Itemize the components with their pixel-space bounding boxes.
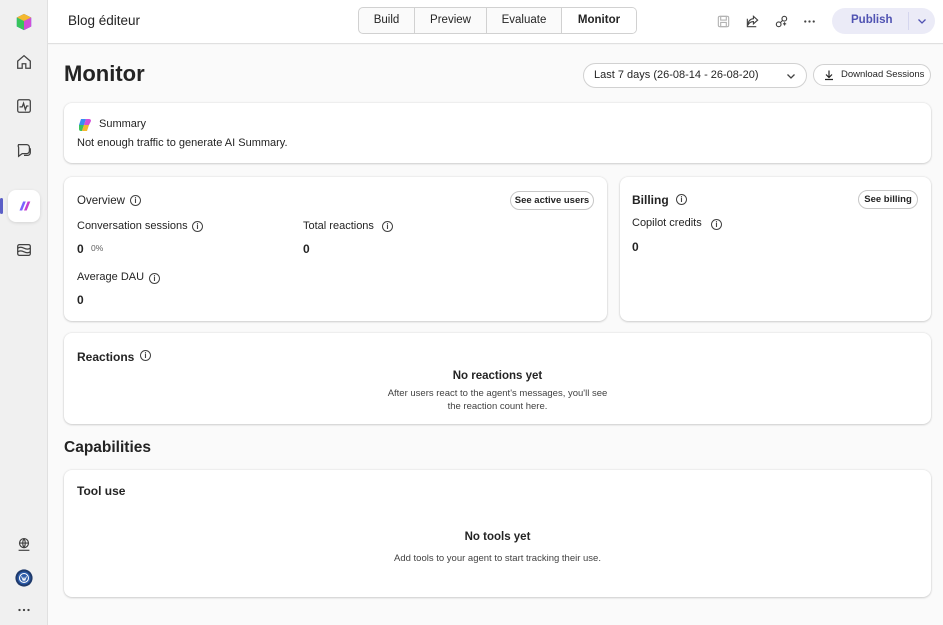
tab-bar: Build Preview Evaluate Monitor [358, 7, 637, 34]
reactions-title: Reactions [77, 350, 135, 364]
date-range-dropdown[interactable]: Last 7 days (26-08-14 - 26-08-20) [583, 63, 807, 88]
active-indicator [0, 198, 3, 214]
info-icon[interactable]: i [711, 219, 722, 230]
chevron-down-icon[interactable] [916, 15, 928, 27]
info-icon[interactable]: i [140, 350, 151, 361]
billing-card: Billing i See billing Copilot credits i … [620, 177, 931, 321]
reactions-card: Reactions i No reactions yet After users… [64, 333, 931, 424]
publish-label: Publish [851, 14, 893, 26]
copilot-credits-label: Copilot credits [632, 217, 702, 229]
tab-monitor[interactable]: Monitor [562, 8, 636, 33]
summary-text: Not enough traffic to generate AI Summar… [77, 137, 288, 149]
copilot-icon [79, 119, 91, 131]
user-avatar-icon[interactable] [8, 562, 40, 594]
tab-preview[interactable]: Preview [415, 8, 487, 33]
conversation-sessions-value: 0 [77, 242, 84, 256]
summary-title: Summary [99, 118, 147, 130]
see-billing-button[interactable]: See billing [858, 190, 918, 209]
publish-divider [908, 12, 909, 30]
chat-icon[interactable] [8, 134, 40, 166]
tool-use-empty-title: No tools yet [464, 531, 531, 543]
info-icon[interactable]: i [130, 195, 141, 206]
globe-icon[interactable] [8, 528, 40, 560]
overview-title: Overview [77, 195, 125, 207]
tab-build[interactable]: Build [359, 8, 415, 33]
info-icon[interactable]: i [382, 221, 393, 232]
conversation-sessions-change: 0% [91, 243, 104, 253]
info-icon[interactable]: i [149, 273, 160, 284]
conversation-sessions-label: Conversation sessions [77, 220, 188, 232]
download-sessions-label: Download Sessions [841, 69, 925, 80]
left-rail [0, 0, 48, 625]
copilot-studio-logo-icon[interactable] [8, 6, 40, 38]
tool-use-title: Tool use [77, 484, 126, 498]
share-icon[interactable] [743, 12, 761, 30]
main-content: Monitor Last 7 days (26-08-14 - 26-08-20… [48, 45, 943, 625]
tool-use-empty-desc: Add tools to your agent to start trackin… [393, 553, 601, 564]
total-reactions-value: 0 [303, 242, 310, 256]
more-icon[interactable] [8, 594, 40, 625]
summary-card: Summary Not enough traffic to generate A… [64, 103, 931, 163]
link-icon[interactable] [772, 12, 790, 30]
app-title: Blog éditeur [68, 13, 141, 28]
publish-button[interactable]: Publish [832, 8, 935, 34]
chevron-down-icon [787, 74, 795, 79]
see-active-users-button[interactable]: See active users [510, 191, 594, 210]
library-icon[interactable] [8, 234, 40, 266]
average-dau-label: Average DAU [77, 271, 145, 283]
tab-evaluate[interactable]: Evaluate [487, 8, 562, 33]
info-icon[interactable]: i [192, 221, 203, 232]
overview-card: Overview i See active users Conversation… [64, 177, 607, 321]
save-icon[interactable] [714, 12, 732, 30]
tool-use-card: Tool use No tools yet Add tools to your … [64, 470, 931, 597]
download-sessions-button[interactable]: Download Sessions [813, 64, 931, 86]
date-range-label: Last 7 days (26-08-14 - 26-08-20) [594, 69, 759, 81]
activity-icon[interactable] [8, 90, 40, 122]
total-reactions-label: Total reactions [303, 220, 374, 232]
agent-icon[interactable] [8, 190, 40, 222]
page-title: Monitor [64, 61, 145, 86]
capabilities-heading: Capabilities [64, 439, 151, 456]
average-dau-value: 0 [77, 293, 84, 307]
info-icon[interactable]: i [676, 194, 687, 205]
reactions-empty-line2: the reaction count here. [447, 401, 548, 412]
copilot-credits-value: 0 [632, 240, 639, 254]
top-bar: Blog éditeur Build Preview Evaluate Moni… [48, 0, 943, 44]
download-icon [825, 70, 833, 81]
home-icon[interactable] [8, 46, 40, 78]
more-icon[interactable] [800, 12, 818, 30]
reactions-empty-line1: After users react to the agent's message… [387, 388, 608, 399]
billing-title: Billing [632, 193, 669, 207]
reactions-empty-title: No reactions yet [452, 370, 543, 382]
